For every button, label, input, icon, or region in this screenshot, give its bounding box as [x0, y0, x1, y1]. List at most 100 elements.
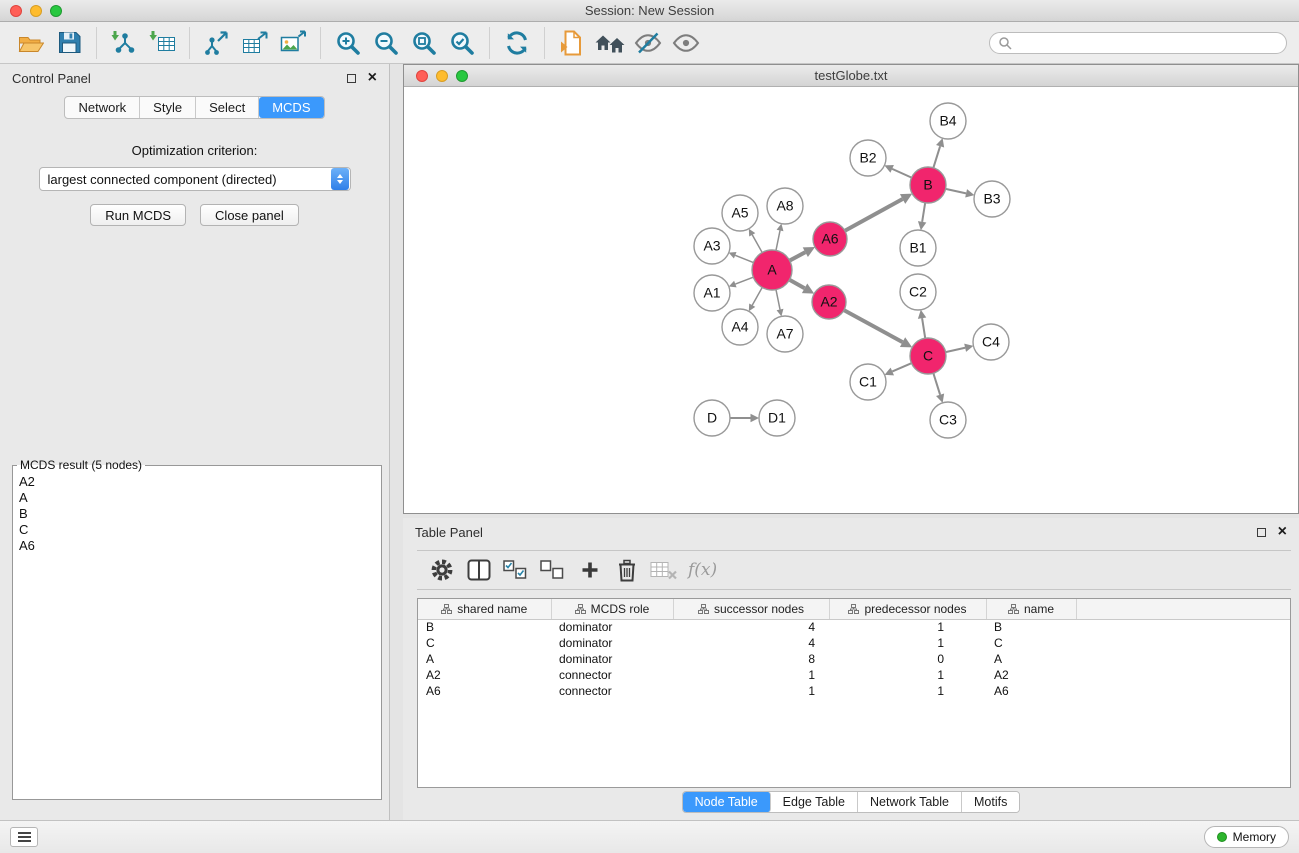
column-header-name[interactable]: name	[986, 599, 1076, 619]
run-mcds-button[interactable]: Run MCDS	[90, 204, 186, 226]
memory-button[interactable]: Memory	[1204, 826, 1289, 848]
table-cell: 1	[829, 683, 986, 699]
column-header-MCDS-role[interactable]: MCDS role	[551, 599, 673, 619]
column-header-shared-name[interactable]: shared name	[418, 599, 551, 619]
export-image-button[interactable]	[274, 26, 312, 60]
result-item[interactable]: A2	[13, 474, 381, 490]
table-row[interactable]: A2connector11A2	[418, 667, 1290, 683]
edge-A-A2[interactable]	[789, 280, 804, 289]
tab-style[interactable]: Style	[140, 97, 196, 118]
result-item[interactable]: B	[13, 506, 381, 522]
edge-A-A1[interactable]	[735, 277, 753, 284]
zoom-fit-icon	[411, 30, 437, 56]
edge-C-C3[interactable]	[933, 373, 940, 395]
status-bar: Memory	[0, 820, 1299, 853]
edge-B-B2[interactable]	[892, 169, 911, 178]
hide-details-button[interactable]	[629, 26, 667, 60]
export-table-button[interactable]	[236, 26, 274, 60]
settings-icon	[430, 558, 454, 582]
deselect-all-button[interactable]	[534, 554, 571, 586]
tab-select[interactable]: Select	[196, 97, 259, 118]
edge-C-C2[interactable]	[922, 318, 925, 338]
add-entry-button[interactable]	[571, 554, 608, 586]
float-table-panel-icon[interactable]	[1257, 528, 1266, 537]
table-row[interactable]: Cdominator41C	[418, 635, 1290, 651]
float-panel-icon[interactable]	[347, 74, 356, 83]
criterion-value: largest connected component (directed)	[40, 172, 331, 187]
edge-A6-B[interactable]	[845, 199, 903, 231]
table-cell: 1	[673, 683, 829, 699]
select-all-button[interactable]	[497, 554, 534, 586]
toolbar-separator	[489, 27, 490, 59]
main-toolbar-buttons	[12, 26, 705, 60]
zoom-out-button[interactable]	[367, 26, 405, 60]
home-views-button[interactable]	[591, 26, 629, 60]
settings-button[interactable]	[423, 554, 460, 586]
import-network-button[interactable]	[105, 26, 143, 60]
import-table-button[interactable]	[143, 26, 181, 60]
result-item[interactable]: C	[13, 522, 381, 538]
edge-B-B1[interactable]	[922, 203, 925, 222]
edge-C-C1[interactable]	[892, 363, 911, 371]
export-network-button[interactable]	[198, 26, 236, 60]
delete-table-button[interactable]	[645, 554, 682, 586]
edge-A-A3[interactable]	[735, 255, 753, 262]
table-row[interactable]: Adominator80A	[418, 651, 1290, 667]
panel-menu-button[interactable]	[10, 827, 38, 847]
save-session-button[interactable]	[50, 26, 88, 60]
edge-A-A4[interactable]	[752, 287, 762, 305]
network-zoom-button[interactable]	[456, 70, 468, 82]
column-header-predecessor-nodes[interactable]: predecessor nodes	[829, 599, 986, 619]
search-field[interactable]	[989, 32, 1287, 54]
table-tab-node-table[interactable]: Node Table	[683, 792, 771, 812]
close-table-panel-icon[interactable]: ×	[1278, 524, 1287, 540]
table-cell: A2	[418, 667, 551, 683]
show-details-button[interactable]	[667, 26, 705, 60]
tab-mcds[interactable]: MCDS	[259, 97, 323, 118]
edge-A-A7[interactable]	[776, 290, 780, 310]
network-minimize-button[interactable]	[436, 70, 448, 82]
open-file-button[interactable]	[12, 26, 50, 60]
column-header-successor-nodes[interactable]: successor nodes	[673, 599, 829, 619]
control-panel-title: Control Panel	[12, 71, 91, 86]
edge-B-B4[interactable]	[933, 146, 940, 168]
edge-A-A8[interactable]	[776, 230, 780, 250]
delete-entry-button[interactable]	[608, 554, 645, 586]
network-canvas[interactable]: B4B2BB3A5A8A6B1A3AC2A1A2A4A7C4CC1C3DD1	[404, 87, 1298, 513]
close-window-button[interactable]	[10, 5, 22, 17]
edge-A-A5[interactable]	[752, 235, 762, 253]
show-columns-button[interactable]	[460, 554, 497, 586]
apply-layout-button[interactable]	[498, 26, 536, 60]
result-item[interactable]: A	[13, 490, 381, 506]
network-window-controls	[416, 70, 468, 82]
close-panel-icon[interactable]: ×	[368, 70, 377, 86]
edge-A2-C[interactable]	[844, 310, 903, 342]
tab-network[interactable]: Network	[65, 97, 140, 118]
table-tab-network-table[interactable]: Network Table	[858, 792, 962, 812]
mcds-result-list: A2ABCA6	[13, 472, 381, 554]
criterion-dropdown[interactable]: largest connected component (directed)	[39, 167, 351, 191]
edge-arrowhead	[918, 221, 926, 230]
table-tab-edge-table[interactable]: Edge Table	[771, 792, 858, 812]
table-cell	[1076, 635, 1290, 651]
table-cell	[1076, 667, 1290, 683]
table-tab-motifs[interactable]: Motifs	[962, 792, 1019, 812]
column-header-filler	[1076, 599, 1290, 619]
edge-B-B3[interactable]	[946, 189, 967, 193]
close-panel-button[interactable]: Close panel	[200, 204, 299, 226]
table-row[interactable]: Bdominator41B	[418, 619, 1290, 635]
result-item[interactable]: A6	[13, 538, 381, 554]
zoom-fit-button[interactable]	[405, 26, 443, 60]
minimize-window-button[interactable]	[30, 5, 42, 17]
network-close-button[interactable]	[416, 70, 428, 82]
edge-A-A6[interactable]	[790, 252, 806, 260]
function-builder-button[interactable]: f(x)	[682, 560, 717, 580]
edge-C-C4[interactable]	[946, 348, 966, 352]
network-file-button[interactable]	[553, 26, 591, 60]
edge-arrowhead	[936, 393, 944, 402]
zoom-window-button[interactable]	[50, 5, 62, 17]
zoom-selected-button[interactable]	[443, 26, 481, 60]
search-input[interactable]	[1016, 36, 1278, 50]
table-row[interactable]: A6connector11A6	[418, 683, 1290, 699]
zoom-in-button[interactable]	[329, 26, 367, 60]
